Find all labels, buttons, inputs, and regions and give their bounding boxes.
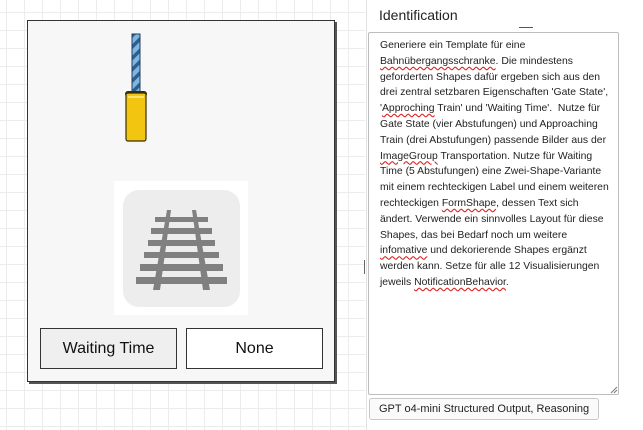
prompt-text: ImageGroup xyxy=(380,150,438,162)
waiting-time-value[interactable]: None xyxy=(186,328,323,369)
identification-panel: Identification Generiere ein Template fü… xyxy=(366,0,643,430)
railroad-gate-icon[interactable] xyxy=(121,33,151,143)
prompt-text: Bahnübergangsschranke xyxy=(380,55,496,67)
prompt-text: FormShape xyxy=(441,197,497,209)
prompt-text: Generiere ein Template für eine xyxy=(380,40,529,51)
prompt-text: infomative xyxy=(380,245,428,257)
design-canvas[interactable]: Waiting Time None xyxy=(0,0,365,430)
panel-title: Identification xyxy=(379,7,458,23)
track-image-background xyxy=(123,190,240,307)
railroad-crossing-template[interactable]: Waiting Time None xyxy=(27,20,335,382)
railroad-track-icon xyxy=(136,210,227,290)
waiting-time-label[interactable]: Waiting Time xyxy=(40,328,177,369)
model-select-button[interactable]: GPT o4-mini Structured Output, Reasoning xyxy=(369,398,600,420)
prompt-text: . xyxy=(505,276,509,288)
prompt-text: Approching xyxy=(381,103,435,115)
approaching-train-image[interactable] xyxy=(114,181,248,315)
resize-grip-icon[interactable] xyxy=(609,385,618,394)
prompt-text: NotificationBehavior xyxy=(414,276,506,288)
prompt-textarea[interactable]: Generiere ein Template für eine Bahnüber… xyxy=(368,32,619,395)
